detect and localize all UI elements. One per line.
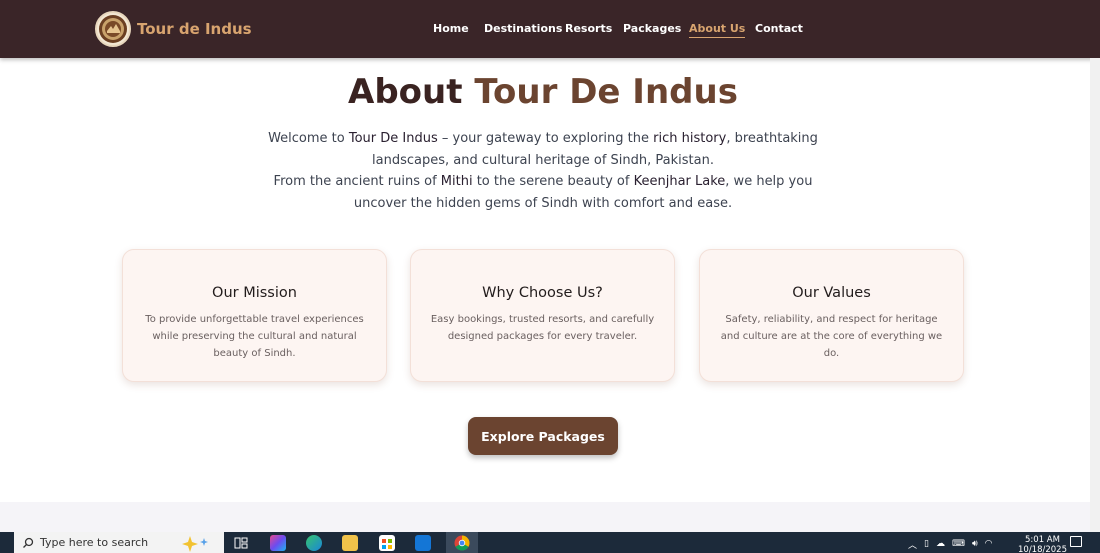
copilot-icon[interactable] xyxy=(270,535,286,551)
nav-packages[interactable]: Packages xyxy=(623,22,681,35)
card-why-choose-us: Why Choose Us? Easy bookings, trusted re… xyxy=(410,249,675,382)
notification-icon[interactable] xyxy=(1070,536,1082,547)
taskbar-search[interactable]: Type here to search xyxy=(14,532,224,553)
card-title: Our Mission xyxy=(212,285,297,301)
device-icon[interactable]: ▯ xyxy=(924,539,929,549)
sparkle-icon xyxy=(182,535,209,552)
card-text: Safety, reliability, and respect for her… xyxy=(720,314,943,359)
taskbar: Type here to search ︿ ▯ ☁ ⌨ 🔊︎ ◠ 5:01 AM… xyxy=(0,532,1100,553)
file-explorer-icon[interactable] xyxy=(342,535,358,551)
store-icon[interactable] xyxy=(379,535,395,551)
card-text: Easy bookings, trusted resorts, and care… xyxy=(430,314,655,342)
intro-text-part: Welcome to xyxy=(268,131,349,146)
nav-home[interactable]: Home xyxy=(433,22,469,35)
title-accent: Tour De Indus xyxy=(474,72,738,112)
task-view-icon[interactable] xyxy=(233,535,249,551)
intro-text-part: From the ancient ruins of xyxy=(273,174,441,189)
nav-contact[interactable]: Contact xyxy=(755,22,803,35)
cloud-icon[interactable]: ☁ xyxy=(936,539,945,549)
clock[interactable]: 5:01 AM 10/18/2025 xyxy=(1018,535,1067,553)
nav-about-us[interactable]: About Us xyxy=(689,22,746,38)
card-title: Why Choose Us? xyxy=(482,285,603,301)
nav-destinations[interactable]: Destinations xyxy=(484,22,562,35)
intro-text: Welcome to Tour De Indus – your gateway … xyxy=(250,128,836,214)
footer-strip xyxy=(0,502,1090,532)
nav-resorts[interactable]: Resorts xyxy=(565,22,612,35)
search-icon xyxy=(23,537,34,548)
chevron-up-icon[interactable]: ︿ xyxy=(908,538,917,551)
card-title: Our Values xyxy=(792,285,871,301)
title-prefix: About xyxy=(348,72,463,112)
card-mission: Our Mission To provide unforgettable tra… xyxy=(122,249,387,382)
explore-packages-button[interactable]: Explore Packages xyxy=(468,417,618,455)
intro-highlight: Keenjhar Lake xyxy=(633,174,726,189)
language-icon[interactable]: ⌨ xyxy=(952,539,965,549)
intro-text-part: to the serene beauty of xyxy=(472,174,634,189)
intro-highlight: rich history xyxy=(653,131,727,146)
clock-time: 5:01 AM xyxy=(1025,535,1060,545)
edge-icon[interactable] xyxy=(306,535,322,551)
system-tray: ︿ ▯ ☁ ⌨ 🔊︎ ◠ xyxy=(908,535,1000,553)
page-scrollbar[interactable] xyxy=(1090,58,1100,532)
intro-highlight: Tour De Indus xyxy=(348,131,438,146)
search-placeholder: Type here to search xyxy=(40,536,149,549)
chrome-icon xyxy=(454,535,470,551)
page-title: About Tour De Indus xyxy=(0,72,1086,112)
volume-icon[interactable]: 🔊︎ xyxy=(972,539,978,549)
wifi-icon[interactable]: ◠ xyxy=(985,539,993,549)
outlook-icon[interactable] xyxy=(415,535,431,551)
nav-links: Home Destinations Resorts Packages About… xyxy=(0,22,1100,42)
chrome-taskbar-button[interactable] xyxy=(446,532,478,553)
navbar: Tour de Indus Home Destinations Resorts … xyxy=(0,0,1100,58)
clock-date: 10/18/2025 xyxy=(1018,545,1067,553)
intro-highlight: Mithi xyxy=(440,174,473,189)
card-values: Our Values Safety, reliability, and resp… xyxy=(699,249,964,382)
intro-text-part: – your gateway to exploring the xyxy=(437,131,654,146)
card-text: To provide unforgettable travel experien… xyxy=(145,314,364,359)
